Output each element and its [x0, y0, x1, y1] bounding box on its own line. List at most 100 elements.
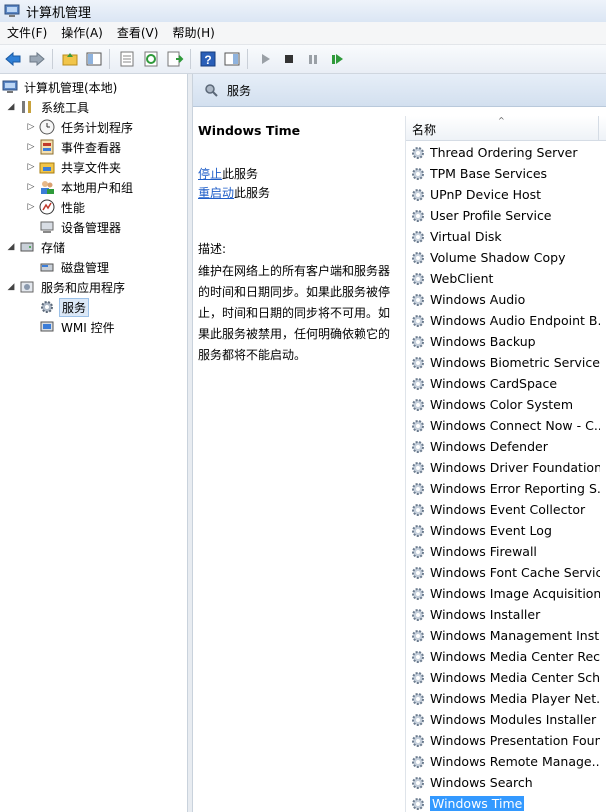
service-name: Windows Driver Foundation...: [430, 460, 600, 475]
service-row[interactable]: Windows Audio Endpoint B...: [406, 310, 606, 331]
export-icon: [167, 51, 184, 67]
service-row[interactable]: Windows Management Inst...: [406, 625, 606, 646]
service-row[interactable]: Windows Defender: [406, 436, 606, 457]
tools-icon: [22, 101, 31, 113]
properties-button[interactable]: [116, 48, 138, 70]
expand-arrow-icon[interactable]: ▷: [26, 182, 36, 192]
tree-item-system-tools[interactable]: ◢ 系统工具: [6, 97, 91, 117]
service-row[interactable]: Windows Modules Installer: [406, 709, 606, 730]
service-row[interactable]: Windows Media Center Sch...: [406, 667, 606, 688]
users-icon: [41, 181, 54, 194]
restart-service-suffix: 此服务: [234, 186, 271, 200]
service-row[interactable]: Windows Installer: [406, 604, 606, 625]
service-row[interactable]: Windows Image Acquisition...: [406, 583, 606, 604]
gear-icon: [412, 503, 424, 516]
service-row[interactable]: Windows Firewall: [406, 541, 606, 562]
shared-folder-icon: [39, 162, 55, 174]
service-row[interactable]: Windows Media Player Net...: [406, 688, 606, 709]
service-row[interactable]: Windows Audio: [406, 289, 606, 310]
computer-management-icon: [2, 80, 18, 93]
service-row[interactable]: Windows Time: [406, 793, 606, 812]
performance-icon: [39, 199, 55, 215]
refresh-button[interactable]: [140, 48, 162, 70]
service-row[interactable]: Windows Driver Foundation...: [406, 457, 606, 478]
expand-arrow-icon[interactable]: ▷: [26, 162, 36, 172]
toolbar: ?: [0, 45, 606, 74]
show-hide-action-button[interactable]: [221, 48, 243, 70]
service-row[interactable]: Windows Font Cache Service: [406, 562, 606, 583]
service-row[interactable]: User Profile Service: [406, 205, 606, 226]
tree-item-root[interactable]: 计算机管理(本地): [2, 77, 119, 97]
restart-service-link[interactable]: 重启动: [198, 186, 234, 200]
tree-item-services[interactable]: 服务: [39, 297, 90, 317]
service-row[interactable]: Thread Ordering Server: [406, 142, 606, 163]
tree-item-wmi[interactable]: WMI 控件: [39, 317, 117, 337]
service-name: Windows Installer: [430, 607, 541, 622]
service-row[interactable]: Windows Biometric Service: [406, 352, 606, 373]
collapse-arrow-icon[interactable]: ◢: [6, 282, 16, 292]
service-row[interactable]: TPM Base Services: [406, 163, 606, 184]
collapse-arrow-icon[interactable]: ◢: [6, 242, 16, 252]
help-button[interactable]: ?: [197, 48, 219, 70]
expand-arrow-icon[interactable]: ▷: [26, 142, 36, 152]
service-row[interactable]: Windows Backup: [406, 331, 606, 352]
service-row[interactable]: Windows Presentation Foun...: [406, 730, 606, 751]
service-row[interactable]: Windows Connect Now - C...: [406, 415, 606, 436]
service-row[interactable]: Windows Event Collector: [406, 499, 606, 520]
service-name: Windows Biometric Service: [430, 355, 600, 370]
back-button[interactable]: [2, 48, 24, 70]
service-row[interactable]: Windows Event Log: [406, 520, 606, 541]
stop-service-button[interactable]: [278, 48, 300, 70]
expand-arrow-icon[interactable]: ▷: [26, 122, 36, 132]
tree-item-local-users[interactable]: ▷ 本地用户和组: [26, 177, 135, 197]
tree-item-event-viewer[interactable]: ▷ 事件查看器: [26, 137, 123, 157]
service-row[interactable]: Volume Shadow Copy: [406, 247, 606, 268]
menu-file[interactable]: 文件(F): [0, 22, 54, 44]
gear-icon: [412, 650, 424, 663]
tree-item-device-manager[interactable]: 设备管理器: [39, 217, 123, 237]
up-button[interactable]: [59, 48, 81, 70]
forward-button[interactable]: [26, 48, 48, 70]
service-row[interactable]: Windows Color System: [406, 394, 606, 415]
tree-item-disk-management[interactable]: 磁盘管理: [39, 257, 111, 277]
export-button[interactable]: [164, 48, 186, 70]
service-row[interactable]: Windows Remote Manage...: [406, 751, 606, 772]
service-name: Thread Ordering Server: [430, 145, 578, 160]
service-name: Windows Audio Endpoint B...: [430, 313, 600, 328]
collapse-arrow-icon[interactable]: ◢: [6, 102, 16, 112]
pause-service-button[interactable]: [302, 48, 324, 70]
menu-view[interactable]: 查看(V): [110, 22, 166, 44]
column-header-name[interactable]: 名称: [412, 121, 436, 138]
service-name: Virtual Disk: [430, 229, 502, 244]
service-row[interactable]: WebClient: [406, 268, 606, 289]
service-row[interactable]: Windows Media Center Rec...: [406, 646, 606, 667]
tree-item-task-scheduler[interactable]: ▷ 任务计划程序: [26, 117, 135, 137]
service-row[interactable]: Windows CardSpace: [406, 373, 606, 394]
service-row[interactable]: Virtual Disk: [406, 226, 606, 247]
tree-item-shared-folders[interactable]: ▷ 共享文件夹: [26, 157, 123, 177]
gear-icon: [412, 671, 424, 684]
gear-icon: [412, 776, 424, 789]
service-row[interactable]: UPnP Device Host: [406, 184, 606, 205]
menu-action[interactable]: 操作(A): [54, 22, 110, 44]
menu-help[interactable]: 帮助(H): [165, 22, 221, 44]
service-row[interactable]: Windows Search: [406, 772, 606, 793]
column-header-next[interactable]: [598, 116, 606, 140]
service-name: UPnP Device Host: [430, 187, 542, 202]
start-service-button[interactable]: [254, 48, 276, 70]
service-description-panel: Windows Time 停止此服务 重启动此服务 描述: 维护在网络上的所有客…: [193, 107, 395, 812]
service-row[interactable]: Windows Error Reporting S...: [406, 478, 606, 499]
tree-item-performance[interactable]: ▷ 性能: [26, 197, 87, 217]
gear-icon: [412, 713, 424, 726]
gear-icon: [412, 272, 424, 285]
gear-icon: [412, 146, 424, 159]
tree-item-label: 磁盘管理: [61, 260, 110, 275]
tree-item-services-apps[interactable]: ◢ 服务和应用程序: [6, 277, 127, 297]
show-hide-tree-button[interactable]: [83, 48, 105, 70]
stop-service-link[interactable]: 停止: [198, 167, 222, 181]
tree-item-storage[interactable]: ◢ 存储: [6, 237, 67, 257]
restart-service-button[interactable]: [326, 48, 348, 70]
forward-icon: [29, 51, 45, 67]
service-name: Windows Modules Installer: [430, 712, 597, 727]
expand-arrow-icon[interactable]: ▷: [26, 202, 36, 212]
